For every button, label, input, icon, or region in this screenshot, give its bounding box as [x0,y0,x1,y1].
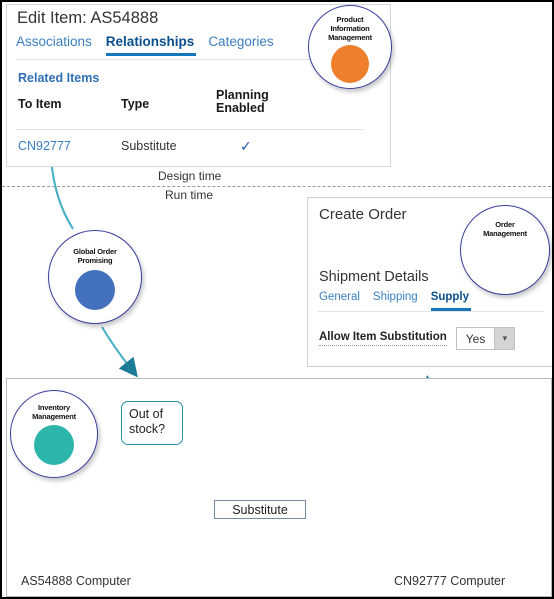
badge-pim-line2: Information [330,24,370,33]
column-header-planning-line2: Enabled [216,101,265,115]
cell-planning-enabled-check-icon: ✓ [240,138,252,154]
design-time-label: Design time [158,169,222,183]
as54888-item-label: AS54888 Computer [21,574,131,588]
badge-gop-line1: Global Order [73,247,117,256]
badge-inventory-management: Inventory Management [10,390,98,478]
tab-shipping[interactable]: Shipping [373,291,431,311]
tab-supply[interactable]: Supply [430,291,482,311]
connector-table-to-gop [49,159,74,230]
allow-item-substitution-field: Allow Item Substitution Yes ▾ [319,327,516,350]
column-header-to-item: To Item [18,97,62,111]
page-title: Edit Item: AS54888 [17,9,159,27]
column-header-type: Type [121,97,150,111]
tab-categories[interactable]: Categories [208,34,287,56]
table-row: CN92777 Substitute ✓ [18,138,278,161]
out-of-stock-callout: Out of stock? [121,401,183,445]
allow-item-substitution-value: Yes [465,331,486,346]
badge-om-line2: Management [483,229,527,238]
column-header-planning-enabled: Planning Enabled [216,89,278,115]
cn92777-item-label: CN92777 Computer [394,574,506,588]
chevron-down-icon[interactable]: ▾ [494,328,515,349]
table-header-divider [16,129,364,130]
badge-order-management: Order Management [460,205,550,295]
badge-global-order-promising: Global Order Promising [48,230,142,324]
badge-inventory-line2: Management [32,412,76,421]
calendar-icon [75,270,115,310]
cell-type: Substitute [121,139,177,153]
badge-product-information-management: Product Information Management [308,5,392,89]
substitute-arrow-label: Substitute [214,500,306,519]
shipment-details-tablist: General Shipping Supply [319,291,482,311]
shipment-tabs-divider [318,311,544,312]
forklift-icon [34,425,74,465]
pim-tablist: Associations Relationships Categories [16,34,288,56]
cell-to-item-link[interactable]: CN92777 [18,139,71,153]
badge-om-line1: Order [495,220,515,229]
run-time-label: Run time [165,188,214,202]
badge-pim-line1: Product [336,15,364,24]
badge-pim-line3: Management [328,33,372,42]
allow-item-substitution-select[interactable]: Yes ▾ [455,327,516,350]
barcode-icon [331,45,369,83]
connector-gop-to-runtime [101,326,138,378]
create-order-title: Create Order [319,206,407,223]
badge-inventory-line1: Inventory [38,403,70,412]
callout-line1: Out of [129,407,164,421]
related-items-heading: Related Items [18,71,100,85]
tab-associations[interactable]: Associations [16,34,106,56]
design-run-divider [2,186,552,187]
tab-general[interactable]: General [319,291,373,311]
supply-chain-icon [481,240,529,274]
allow-item-substitution-label: Allow Item Substitution [319,331,447,346]
callout-line2: stock? [129,422,166,436]
diagram-canvas: Edit Item: AS54888 Associations Relation… [0,0,554,599]
badge-gop-line2: Promising [77,256,113,265]
shipment-details-heading: Shipment Details [319,269,429,285]
tab-relationships[interactable]: Relationships [105,34,209,56]
